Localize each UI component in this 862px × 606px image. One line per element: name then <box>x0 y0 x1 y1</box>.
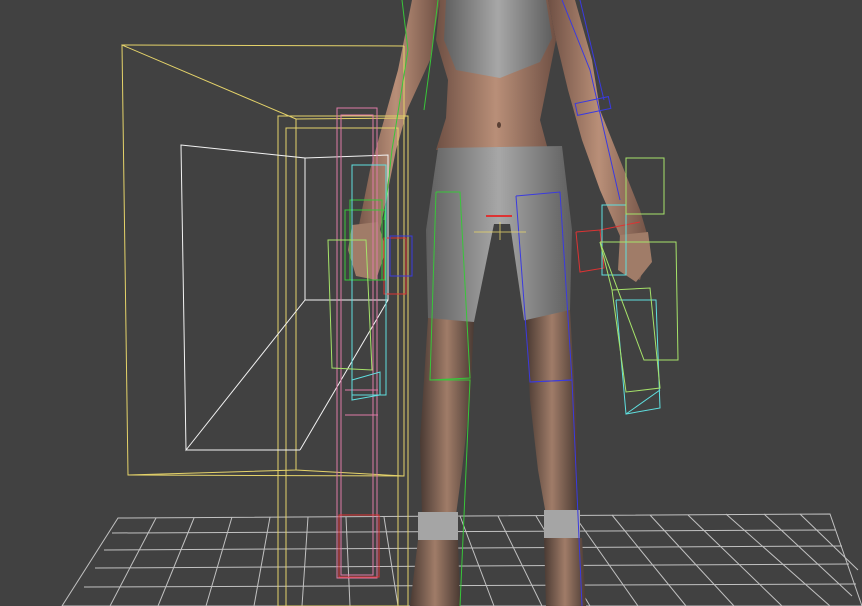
left-leg <box>420 318 474 515</box>
white-box-bone[interactable] <box>180 144 389 452</box>
yellow-box-bone[interactable] <box>121 44 409 606</box>
right-sock <box>544 510 580 540</box>
left-sock <box>418 512 458 542</box>
scene-canvas[interactable] <box>0 0 862 606</box>
right-leg <box>526 310 578 515</box>
shorts <box>426 146 572 330</box>
left-foot <box>410 540 460 606</box>
red-bones[interactable] <box>338 215 641 578</box>
3d-viewport[interactable] <box>0 0 862 606</box>
